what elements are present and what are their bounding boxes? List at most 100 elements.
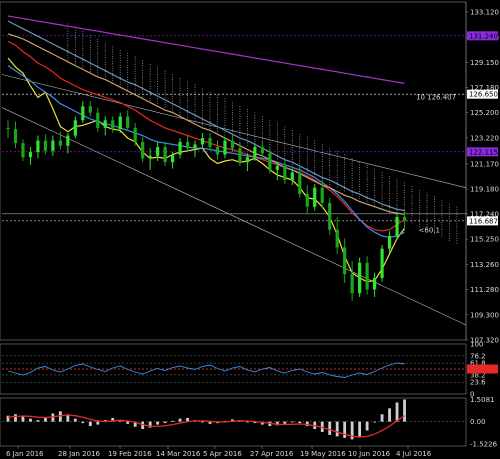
oscillator-y-tick-label: 100: [470, 341, 483, 349]
macd-histogram-bar: [201, 421, 204, 423]
macd-histogram-bar: [163, 421, 167, 424]
candle-body: [170, 154, 175, 163]
candle-body: [223, 140, 227, 155]
candle-body: [28, 152, 33, 158]
candle-body: [320, 187, 324, 203]
x-tick-label: 28 Jan 2016: [58, 450, 101, 458]
macd-histogram-bar: [283, 421, 287, 424]
candle-body: [245, 157, 250, 163]
price-y-tick-label: 111.280: [470, 286, 499, 294]
candle-body: [298, 172, 302, 195]
macd-histogram-bar: [343, 421, 347, 438]
candle-body: [178, 141, 182, 155]
oscillator-panel-frame: [0, 343, 467, 395]
candle-body: [193, 144, 197, 149]
macd-histogram-bar: [290, 421, 294, 423]
candle-body: [328, 202, 332, 230]
price-tag-label: 126.650: [469, 91, 498, 99]
annotation-text: <60.1: [419, 227, 440, 235]
candle-body: [313, 187, 317, 207]
candle-body: [88, 106, 92, 113]
macd-histogram-bar: [178, 418, 182, 422]
candle-body: [111, 120, 115, 130]
candle-body: [208, 138, 212, 147]
candle-body: [103, 120, 107, 128]
price-y-tick-label: 109.300: [470, 311, 499, 319]
macd-histogram-bar: [403, 399, 406, 422]
candle-body: [126, 116, 130, 128]
candle-body: [290, 172, 294, 181]
candle-body: [238, 148, 242, 163]
candle-body: [81, 106, 85, 121]
candle-body: [118, 116, 122, 130]
macd-histogram-bar: [373, 421, 376, 423]
macd-y-tick-label: 0.00: [470, 418, 486, 426]
macd-y-tick-label: -1.5226: [470, 441, 498, 449]
candle-body: [185, 141, 190, 149]
macd-histogram-bar: [156, 421, 160, 425]
candle-body: [215, 146, 220, 155]
oscillator-y-tick-label: 23.6: [470, 379, 486, 387]
macd-histogram-bar: [21, 416, 25, 422]
candle-body: [200, 138, 205, 145]
candle-body: [36, 140, 40, 153]
candle-body: [43, 140, 48, 151]
macd-histogram-bar: [29, 418, 32, 422]
macd-histogram-bar: [73, 418, 77, 422]
x-tick-label: 5 Apr 2016: [203, 450, 242, 458]
candle-body: [387, 235, 392, 249]
candle-body: [402, 216, 407, 221]
x-tick-label: 27 Apr 2016: [250, 450, 294, 458]
candle-body: [395, 216, 399, 236]
candle-body: [230, 140, 235, 149]
x-tick-label: 6 Jan 2016: [6, 450, 44, 458]
macd-histogram-bar: [14, 414, 17, 422]
price-y-tick-label: 123.220: [470, 134, 499, 142]
candle-body: [133, 127, 137, 142]
candle-body: [253, 146, 257, 158]
x-tick-label: 19 May 2016: [300, 450, 346, 458]
candle-body: [96, 112, 100, 128]
candle-body: [358, 262, 362, 294]
candle-body: [275, 166, 279, 170]
candle-body: [58, 140, 62, 146]
macd-histogram-bar: [36, 420, 40, 422]
price-y-tick-label: 125.200: [470, 109, 499, 117]
candle-body: [13, 129, 18, 144]
price-tag-label: 131.240: [469, 32, 498, 40]
candle-body: [268, 153, 272, 170]
price-y-tick-label: 119.180: [470, 186, 499, 194]
candle-body: [260, 146, 264, 154]
macd-histogram-bar: [328, 421, 332, 435]
candle-body: [372, 277, 377, 290]
oscillator-tag-box: [467, 364, 498, 374]
macd-histogram-bar: [358, 421, 362, 437]
macd-histogram-bar: [88, 421, 92, 427]
chart-canvas: 133.120131.120129.150127.180125.200123.2…: [0, 1, 499, 458]
candle-body: [380, 248, 384, 278]
candle-body: [350, 274, 354, 294]
candle-body: [156, 146, 160, 156]
macd-histogram-bar: [335, 421, 339, 437]
candle-body: [305, 194, 309, 207]
macd-y-tick-label: 1.5081: [470, 396, 495, 404]
macd-histogram-bar: [380, 414, 384, 422]
macd-histogram-bar: [298, 421, 302, 424]
candle-body: [141, 141, 145, 159]
macd-histogram-bar: [365, 421, 369, 431]
price-y-tick-label: 121.170: [470, 160, 499, 168]
price-tag-label: 122.115: [469, 148, 498, 156]
macd-histogram-bar: [388, 408, 391, 422]
candle-body: [283, 166, 287, 181]
candle-body: [163, 146, 167, 163]
macd-histogram-bar: [81, 421, 85, 424]
macd-histogram-bar: [246, 421, 249, 423]
price-y-tick-label: 133.120: [470, 8, 499, 16]
candle-body: [6, 127, 10, 130]
candle-body: [335, 229, 339, 248]
macd-histogram-bar: [96, 421, 100, 425]
candle-body: [365, 262, 369, 290]
price-y-tick-label: 129.150: [470, 59, 499, 67]
candle-body: [148, 155, 152, 159]
macd-histogram-bar: [395, 402, 399, 422]
